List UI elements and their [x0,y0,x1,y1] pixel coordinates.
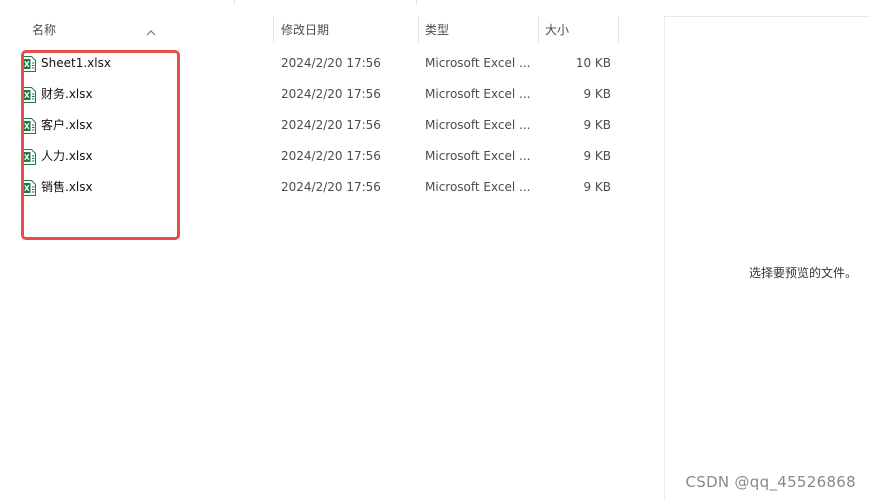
preview-pane-divider[interactable] [664,16,665,501]
preview-pane-message: 选择要预览的文件。 [749,266,858,280]
top-divider [234,0,235,5]
file-type: Microsoft Excel ... [425,180,531,194]
file-modified-date: 2024/2/20 17:56 [281,87,381,101]
column-header-type[interactable]: 类型 [418,16,538,43]
file-modified-date: 2024/2/20 17:56 [281,56,381,70]
column-header-size[interactable]: 大小 [538,16,618,43]
watermark: CSDN @qq_45526868 [685,473,856,491]
annotation-highlight-box [21,50,180,240]
file-size: 10 KB [575,56,611,70]
column-header-row: 名称 修改日期 类型 大小 [0,16,664,43]
file-modified-date: 2024/2/20 17:56 [281,180,381,194]
sort-ascending-icon [146,30,156,36]
file-type: Microsoft Excel ... [425,118,531,132]
file-type: Microsoft Excel ... [425,56,531,70]
file-type: Microsoft Excel ... [425,87,531,101]
file-modified-date: 2024/2/20 17:56 [281,149,381,163]
top-divider [416,0,417,5]
file-modified-date: 2024/2/20 17:56 [281,118,381,132]
file-size: 9 KB [583,118,611,132]
column-divider[interactable] [618,16,619,43]
top-strip [0,0,870,17]
file-size: 9 KB [583,87,611,101]
column-header-date[interactable]: 修改日期 [274,16,418,43]
file-type: Microsoft Excel ... [425,149,531,163]
file-size: 9 KB [583,180,611,194]
file-size: 9 KB [583,149,611,163]
